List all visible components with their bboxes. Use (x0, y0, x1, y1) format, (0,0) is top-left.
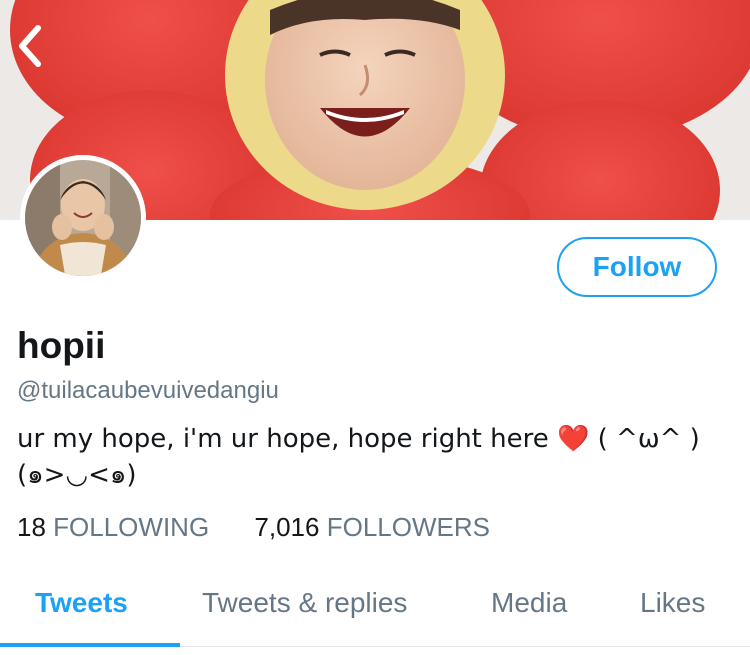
following-label: FOLLOWING (53, 512, 210, 542)
followers-stat[interactable]: 7,016 FOLLOWERS (254, 509, 490, 545)
followers-count: 7,016 (254, 512, 320, 542)
followers-label: FOLLOWERS (326, 512, 490, 542)
tab-tweets-and-replies[interactable]: Tweets & replies (202, 585, 407, 621)
following-count: 18 (17, 512, 46, 542)
profile-tabs: Tweets Tweets & replies Media Likes (0, 568, 750, 647)
tab-media[interactable]: Media (491, 585, 567, 621)
chevron-left-icon (19, 25, 41, 67)
avatar-image (20, 155, 146, 281)
bio: ur my hope, i'm ur hope, hope right here… (17, 421, 717, 493)
bio-text: ur my hope, i'm ur hope, hope right here (17, 424, 549, 454)
active-tab-indicator (0, 643, 180, 647)
heart-emoji-icon: ❤️ (557, 424, 590, 454)
following-stat[interactable]: 18 FOLLOWING (17, 509, 209, 545)
profile-stats: 18 FOLLOWING 7,016 FOLLOWERS (17, 509, 528, 545)
back-button[interactable] (10, 22, 50, 70)
bio-kaomoji-line2: (๑>◡<๑) (17, 460, 137, 490)
display-name: hopii (17, 325, 106, 366)
bio-kaomoji: ( ^ω^ ) (597, 424, 700, 454)
user-handle: @tuilacaubevuivedangiu (17, 377, 279, 404)
tab-likes[interactable]: Likes (640, 585, 705, 621)
follow-button[interactable]: Follow (557, 237, 717, 297)
tab-tweets[interactable]: Tweets (35, 585, 128, 621)
avatar[interactable] (20, 155, 146, 281)
